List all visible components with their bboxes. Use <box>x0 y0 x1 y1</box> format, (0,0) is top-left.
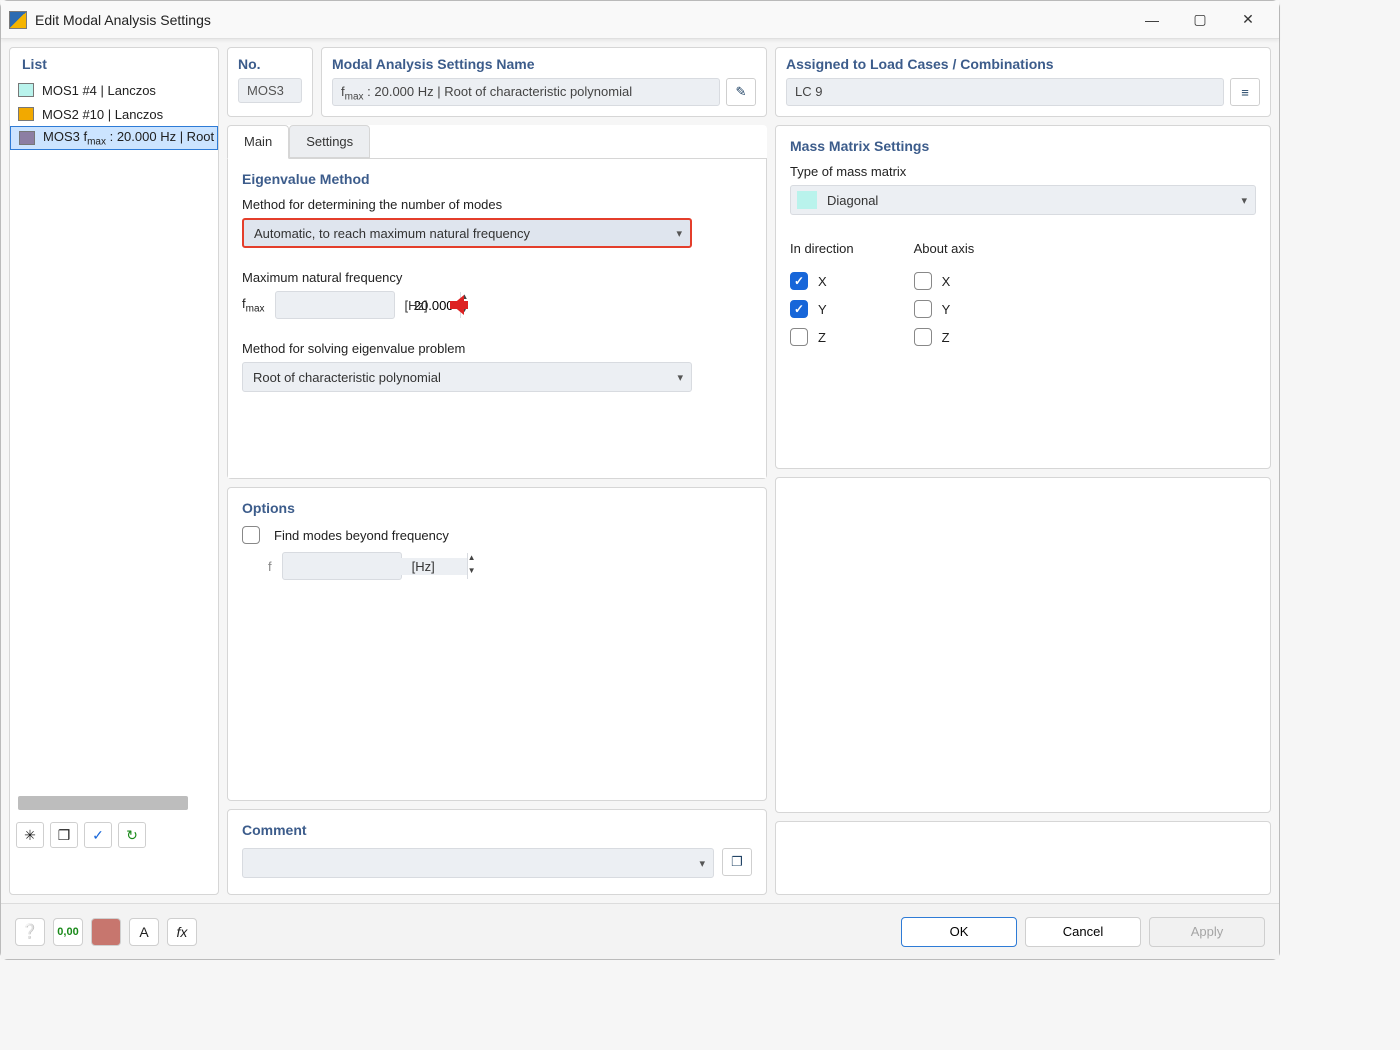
options-section: Options Find modes beyond frequency f ▲▼ <box>227 487 767 801</box>
units-button[interactable]: 0,00 <box>53 918 83 946</box>
tab-settings[interactable]: Settings <box>289 125 370 158</box>
assigned-field[interactable]: LC 9 <box>786 78 1224 106</box>
name-cell: Modal Analysis Settings Name fmax : 20.0… <box>321 47 767 117</box>
mass-type-label: Type of mass matrix <box>790 164 1256 179</box>
color-button[interactable] <box>91 918 121 946</box>
list-check-all-button[interactable]: ✓ <box>84 822 112 848</box>
chevron-down-icon: ▾ <box>1241 194 1247 207</box>
mass-type-value: Diagonal <box>827 193 878 208</box>
comment-section: Comment ▾ ❐ <box>227 809 767 895</box>
edit-name-button[interactable]: ✎ <box>726 78 756 106</box>
mass-section: Mass Matrix Settings Type of mass matrix… <box>775 125 1271 469</box>
eigen-heading: Eigenvalue Method <box>242 171 752 187</box>
list-item[interactable]: MOS2 #10 | Lanczos <box>10 102 218 126</box>
list-new-button[interactable]: ✳ <box>16 822 44 848</box>
font-options-button[interactable]: A <box>129 918 159 946</box>
direction-y-checkbox[interactable]: Y <box>790 300 854 318</box>
app-icon <box>9 11 27 29</box>
formula-button[interactable]: fx <box>167 918 197 946</box>
axis-x-checkbox[interactable]: X <box>914 272 975 290</box>
comment-combo[interactable]: ▾ <box>242 848 714 878</box>
tabbar: Main Settings <box>227 125 767 159</box>
help-button[interactable]: ❔ <box>15 918 45 946</box>
solve-method-value: Root of characteristic polynomial <box>253 370 441 385</box>
f-symbol: f <box>268 559 272 574</box>
right-blank-panel-1 <box>775 477 1271 813</box>
annotation-arrow-icon <box>442 297 470 313</box>
comment-pick-button[interactable]: ❐ <box>722 848 752 876</box>
direction-x-checkbox[interactable]: X <box>790 272 854 290</box>
mass-type-combo[interactable]: Diagonal ▾ <box>790 185 1256 215</box>
chevron-down-icon: ▾ <box>699 857 705 870</box>
tab-main[interactable]: Main <box>227 125 289 159</box>
find-modes-label: Find modes beyond frequency <box>274 528 449 543</box>
list-copy-button[interactable]: ❐ <box>50 822 78 848</box>
list-item[interactable]: MOS1 #4 | Lanczos <box>10 78 218 102</box>
f-input: ▲▼ <box>282 552 402 580</box>
chevron-down-icon: ▾ <box>676 227 682 240</box>
solve-method-label: Method for solving eigenvalue problem <box>242 341 752 356</box>
axis-z-checkbox[interactable]: Z <box>914 328 975 346</box>
fmax-unit: [Hz] <box>405 298 428 313</box>
list-horizontal-scrollbar[interactable] <box>18 796 188 810</box>
dialog-footer: ❔ 0,00 A fx OK Cancel Apply <box>1 903 1279 959</box>
no-cell: No. MOS3 <box>227 47 313 117</box>
fmax-input[interactable]: ▲▼ <box>275 291 395 319</box>
fmax-label: Maximum natural frequency <box>242 270 752 285</box>
list-item-swatch <box>18 107 34 121</box>
mass-type-swatch <box>797 191 817 209</box>
list-item-label: MOS1 #4 | Lanczos <box>42 83 156 98</box>
direction-label: In direction <box>790 241 854 256</box>
name-label: Modal Analysis Settings Name <box>332 56 756 72</box>
titlebar: Edit Modal Analysis Settings — ▢ ✕ <box>1 1 1279 39</box>
ok-button[interactable]: OK <box>901 917 1017 947</box>
no-label: No. <box>238 56 302 72</box>
assigned-cell: Assigned to Load Cases / Combinations LC… <box>775 47 1271 117</box>
direction-z-checkbox[interactable]: Z <box>790 328 854 346</box>
edit-assigned-button[interactable]: ≡ <box>1230 78 1260 106</box>
name-field[interactable]: fmax : 20.000 Hz | Root of characteristi… <box>332 78 720 106</box>
list-item-label: MOS3 fmax : 20.000 Hz | Root of characte… <box>43 129 218 148</box>
mass-heading: Mass Matrix Settings <box>790 138 1256 154</box>
list-header: List <box>10 48 218 78</box>
f-unit: [Hz] <box>412 559 435 574</box>
solve-method-combo[interactable]: Root of characteristic polynomial ▾ <box>242 362 692 392</box>
right-blank-panel-2 <box>775 821 1271 895</box>
close-button[interactable]: ✕ <box>1225 5 1271 35</box>
list-item-swatch <box>18 83 34 97</box>
options-heading: Options <box>242 500 752 516</box>
maximize-button[interactable]: ▢ <box>1177 5 1223 35</box>
modes-method-label: Method for determining the number of mod… <box>242 197 752 212</box>
chevron-down-icon: ▾ <box>677 371 683 384</box>
assigned-label: Assigned to Load Cases / Combinations <box>786 56 1260 72</box>
modes-method-value: Automatic, to reach maximum natural freq… <box>254 226 530 241</box>
list-item-swatch <box>19 131 35 145</box>
eigen-section: Eigenvalue Method Method for determining… <box>228 159 766 478</box>
fmax-symbol: fmax <box>242 296 265 315</box>
cancel-button[interactable]: Cancel <box>1025 917 1141 947</box>
list-item[interactable]: MOS3 fmax : 20.000 Hz | Root of characte… <box>10 126 218 150</box>
axis-y-checkbox[interactable]: Y <box>914 300 975 318</box>
modes-method-combo[interactable]: Automatic, to reach maximum natural freq… <box>242 218 692 248</box>
list-pane: List MOS1 #4 | Lanczos MOS2 #10 | Lanczos… <box>9 47 219 895</box>
window-title: Edit Modal Analysis Settings <box>35 12 211 28</box>
minimize-button[interactable]: — <box>1129 5 1175 35</box>
list-item-label: MOS2 #10 | Lanczos <box>42 107 163 122</box>
comment-heading: Comment <box>242 822 752 838</box>
apply-button[interactable]: Apply <box>1149 917 1265 947</box>
no-value: MOS3 <box>238 78 302 103</box>
find-modes-checkbox[interactable]: Find modes beyond frequency <box>242 526 752 544</box>
axis-label: About axis <box>914 241 975 256</box>
list-refresh-button[interactable]: ↻ <box>118 822 146 848</box>
